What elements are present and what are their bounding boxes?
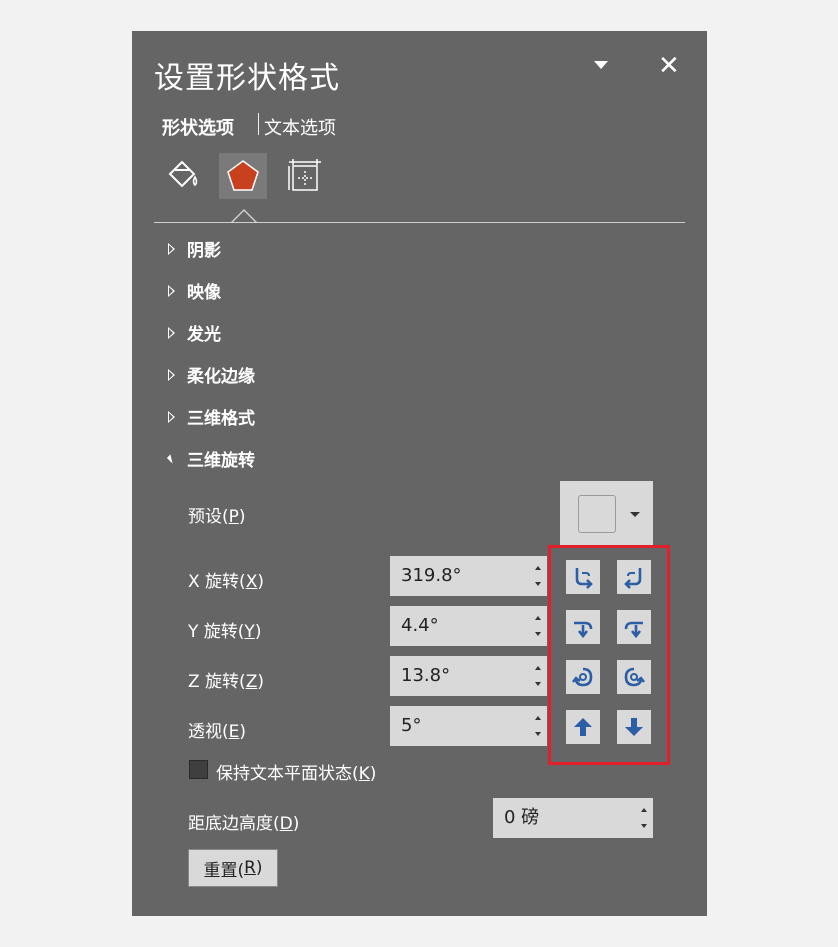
expand-arrow-icon bbox=[168, 242, 175, 255]
tab-separator bbox=[258, 113, 259, 135]
distance-from-ground-label: 距底边高度(D) bbox=[188, 814, 300, 834]
tab-shape-options[interactable]: 形状选项 bbox=[162, 114, 234, 140]
z-rotation-label: Z 旋转(Z) bbox=[188, 672, 264, 692]
panel-title: 设置形状格式 bbox=[154, 61, 340, 96]
keep-text-flat-label: 保持文本平面状态(K) bbox=[216, 764, 377, 784]
perspective-label: 透视(E) bbox=[188, 722, 247, 742]
perspective-input[interactable]: 5° bbox=[390, 706, 547, 746]
y-rotation-input[interactable]: 4.4° bbox=[390, 606, 547, 646]
preset-dropdown[interactable] bbox=[560, 481, 653, 547]
reset-button[interactable]: 重置(R) bbox=[188, 849, 278, 887]
section-label: 阴影 bbox=[187, 241, 221, 261]
section-reflection[interactable]: 映像 bbox=[168, 278, 221, 303]
spin-up-icon[interactable] bbox=[535, 566, 541, 570]
section-label: 映像 bbox=[187, 283, 221, 303]
chevron-down-icon bbox=[630, 512, 640, 517]
tab-underline bbox=[154, 222, 685, 223]
spin-down-icon[interactable] bbox=[535, 632, 541, 636]
y-rotation-label: Y 旋转(Y) bbox=[188, 622, 262, 642]
collapse-arrow-icon bbox=[166, 453, 177, 464]
section-3d-format[interactable]: 三维格式 bbox=[168, 404, 255, 429]
preset-label: 预设(P) bbox=[188, 507, 246, 527]
spin-up-icon[interactable] bbox=[535, 616, 541, 620]
spin-down-icon[interactable] bbox=[641, 824, 647, 828]
section-label: 柔化边缘 bbox=[187, 367, 255, 387]
fill-line-tab[interactable] bbox=[158, 153, 206, 199]
format-shape-panel: 设置形状格式 ✕ 形状选项 文本选项 阴影 映像 发光 柔化边缘 三维格式 三维… bbox=[132, 31, 707, 916]
effects-pentagon-icon bbox=[227, 160, 259, 191]
panel-options-dropdown-icon[interactable] bbox=[594, 61, 608, 69]
expand-arrow-icon bbox=[168, 410, 175, 423]
section-3d-rotation[interactable]: 三维旋转 bbox=[166, 446, 255, 471]
section-label: 三维格式 bbox=[187, 409, 255, 429]
spin-up-icon[interactable] bbox=[535, 666, 541, 670]
expand-arrow-icon bbox=[168, 368, 175, 381]
close-button[interactable]: ✕ bbox=[658, 51, 680, 81]
z-rotation-input[interactable]: 13.8° bbox=[390, 656, 547, 696]
spin-up-icon[interactable] bbox=[641, 808, 647, 812]
section-shadow[interactable]: 阴影 bbox=[168, 236, 221, 261]
spin-down-icon[interactable] bbox=[535, 582, 541, 586]
tab-text-options[interactable]: 文本选项 bbox=[264, 114, 336, 140]
expand-arrow-icon bbox=[168, 326, 175, 339]
x-rotation-label: X 旋转(X) bbox=[188, 572, 264, 592]
expand-arrow-icon bbox=[168, 284, 175, 297]
section-label: 三维旋转 bbox=[187, 451, 255, 471]
x-rotation-input[interactable]: 319.8° bbox=[390, 556, 547, 596]
section-glow[interactable]: 发光 bbox=[168, 320, 221, 345]
spin-down-icon[interactable] bbox=[535, 682, 541, 686]
keep-text-flat-checkbox[interactable] bbox=[189, 760, 208, 779]
section-label: 发光 bbox=[187, 325, 221, 345]
spin-down-icon[interactable] bbox=[535, 732, 541, 736]
distance-from-ground-input[interactable]: 0 磅 bbox=[493, 798, 653, 838]
effects-tab[interactable] bbox=[219, 153, 267, 199]
fill-line-icon bbox=[168, 160, 198, 188]
spin-up-icon[interactable] bbox=[535, 716, 541, 720]
preset-preview bbox=[578, 495, 616, 533]
highlight-box bbox=[548, 545, 670, 765]
size-properties-icon bbox=[288, 159, 321, 191]
size-properties-tab[interactable] bbox=[280, 153, 328, 199]
section-soft-edges[interactable]: 柔化边缘 bbox=[168, 362, 255, 387]
